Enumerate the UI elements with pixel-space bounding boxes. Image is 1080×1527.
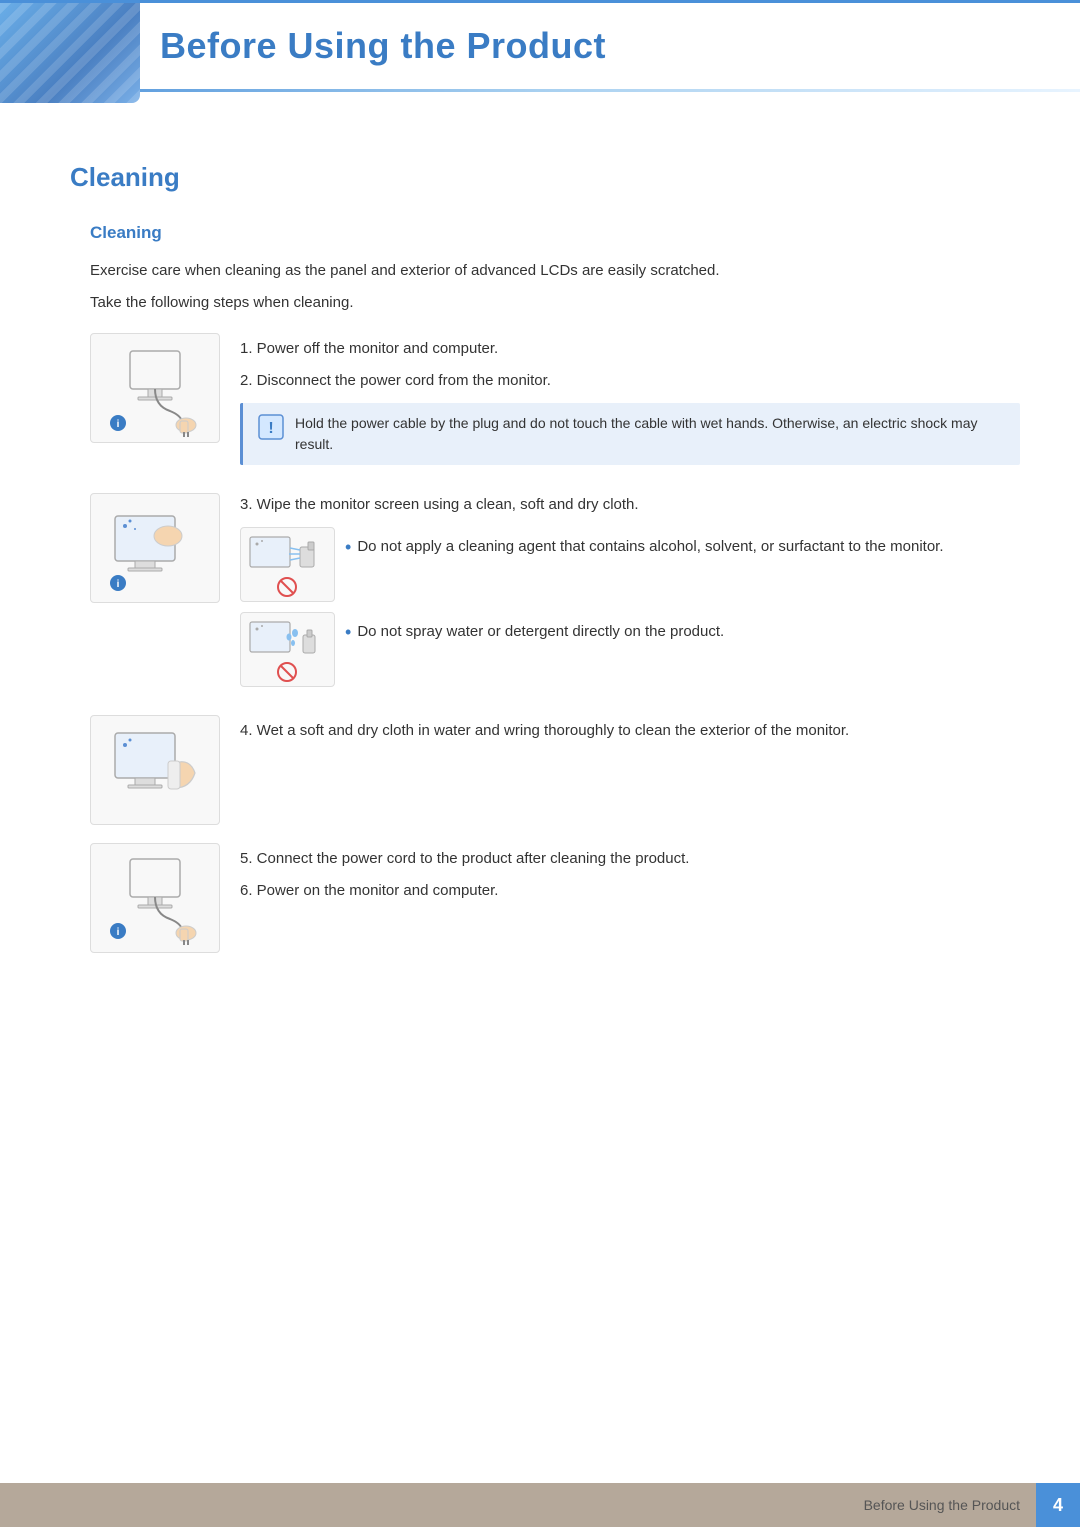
steps-5-6-text: 5. Connect the power cord to the product…	[240, 843, 1020, 911]
page-footer: Before Using the Product 4	[0, 1483, 1080, 1527]
page-header: Before Using the Product	[0, 0, 1080, 112]
svg-text:i: i	[117, 927, 120, 938]
header-bottom-line	[0, 89, 1080, 92]
step-4-block: 4. Wet a soft and dry cloth in water and…	[90, 715, 1020, 825]
bullet-2-dot: •	[345, 620, 351, 645]
warning-icon: !	[257, 413, 285, 441]
step-4-image	[90, 715, 220, 825]
step-4-line: 4. Wet a soft and dry cloth in water and…	[240, 719, 1020, 743]
step-3-content: 3. Wipe the monitor screen using a clean…	[240, 493, 1020, 697]
header-stripe	[0, 3, 140, 103]
bullet-1-text: Do not apply a cleaning agent that conta…	[357, 535, 943, 559]
warning-box: ! Hold the power cable by the plug and d…	[240, 403, 1020, 465]
step-3-image: i	[90, 493, 220, 603]
no-chemical-illustration	[245, 532, 330, 597]
svg-text:i: i	[117, 419, 120, 430]
footer-page-number: 4	[1036, 1483, 1080, 1527]
bullet-2-text: Do not spray water or detergent directly…	[357, 620, 724, 644]
intro-text-1: Exercise care when cleaning as the panel…	[60, 259, 1020, 283]
footer-text: Before Using the Product	[864, 1497, 1036, 1513]
page-title: Before Using the Product	[0, 3, 1080, 89]
svg-text:!: !	[268, 420, 273, 437]
steps-1-2-text: 1. Power off the monitor and computer. 2…	[240, 333, 1020, 475]
step-3-line: 3. Wipe the monitor screen using a clean…	[240, 493, 1020, 517]
step-3-row: i 3. Wipe the monitor screen using a cle…	[90, 493, 1020, 697]
bullet-2-image	[240, 612, 335, 687]
intro-text-2: Take the following steps when cleaning.	[60, 291, 1020, 315]
step-2-line: 2. Disconnect the power cord from the mo…	[240, 369, 1020, 393]
reconnect-illustration: i	[100, 851, 210, 946]
bullet-1-dot: •	[345, 535, 351, 560]
main-content: Cleaning Cleaning Exercise care when cle…	[0, 152, 1080, 1051]
plug-illustration: i	[100, 341, 210, 436]
wipe-screen-illustration: i	[100, 501, 210, 596]
bullet-1-image	[240, 527, 335, 602]
steps-1-2-block: i 1. Power off the monitor and computer.…	[90, 333, 1020, 475]
warning-text: Hold the power cable by the plug and do …	[295, 413, 1006, 455]
header-accent-block	[0, 3, 140, 103]
svg-text:i: i	[117, 579, 120, 590]
no-spray-illustration	[245, 617, 330, 682]
steps-5-6-block: i 5. Connect the power cord to the produ…	[90, 843, 1020, 953]
steps-1-2-image: i	[90, 333, 220, 443]
steps-5-6-image: i	[90, 843, 220, 953]
wipe-exterior-illustration	[100, 723, 210, 818]
step-1-line: 1. Power off the monitor and computer.	[240, 337, 1020, 361]
section-heading: Cleaning	[60, 162, 1020, 193]
step-4-text: 4. Wet a soft and dry cloth in water and…	[240, 715, 1020, 751]
step-3-block: i 3. Wipe the monitor screen using a cle…	[90, 493, 1020, 697]
step-6-line: 6. Power on the monitor and computer.	[240, 879, 1020, 903]
sub-heading: Cleaning	[60, 223, 1020, 243]
step-5-line: 5. Connect the power cord to the product…	[240, 847, 1020, 871]
